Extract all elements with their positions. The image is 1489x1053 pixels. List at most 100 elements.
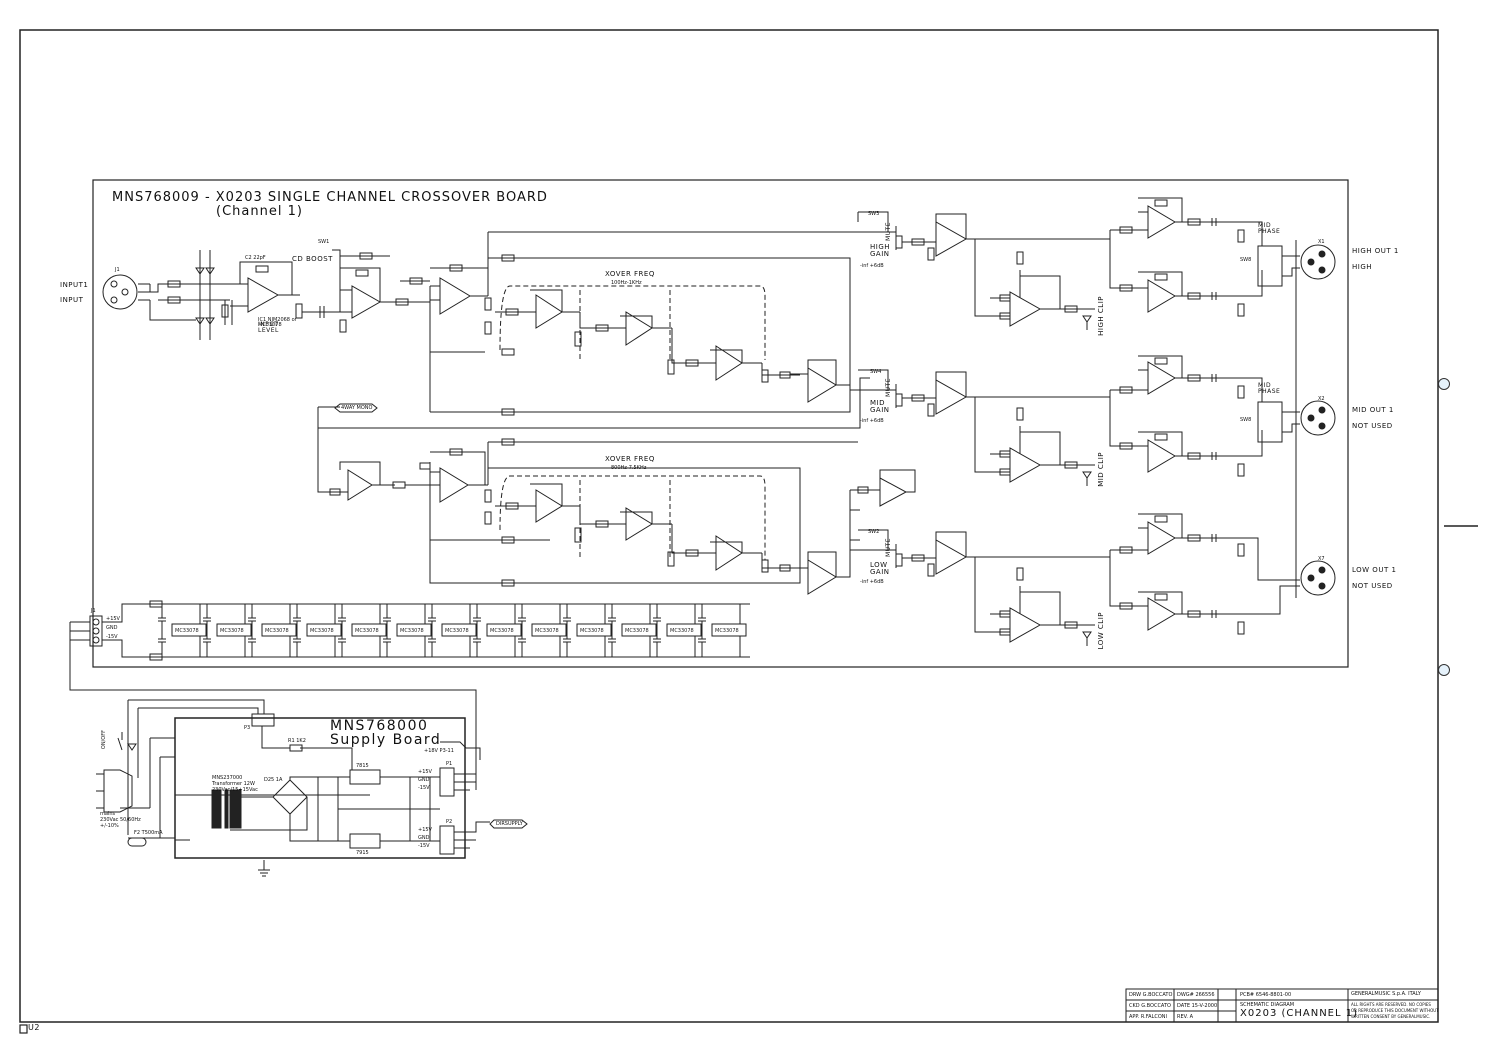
ic-label: MC33078 [220,628,244,634]
xover-freq-stage-1 [495,285,800,383]
p2-label: P2 [446,819,453,825]
decoupling-ic: MC33078 [563,604,612,657]
low-gain-label: LOW GAIN [870,561,890,576]
low-gain-range: -inf +6dB [860,579,884,585]
ic-label: MC33078 [175,628,199,634]
opamp-ic4 [779,359,850,403]
mid-phase-label: MID PHASE [1258,382,1281,395]
xover-freq-range-2: 800Hz-7.5KHz [611,465,647,471]
p1-label: P1 [446,761,453,767]
output-drivers [1109,197,1300,635]
schematic-title: MNS768009 - X0203 SINGLE CHANNEL CROSSOV… [112,190,548,205]
low-mute-switch: SW2 [868,529,880,535]
tb-revision: REV. A [1177,1014,1194,1020]
decoupling-ic: MC33078 [698,604,747,657]
low-out-connector: X7 [1318,556,1325,562]
high-phase-switch: SW8 [1240,257,1252,263]
supply-neg-1: -15V [418,785,430,791]
r1-label: R1 1K2 [288,738,306,744]
high-out-note: HIGH [1352,263,1373,271]
cd-boost-switch-label: SW1 [318,239,330,245]
input-label-2: INPUT [60,296,84,304]
ic-label: MC33078 [580,628,604,634]
high-out-label: HIGH OUT 1 [1352,247,1399,255]
fuse-label: F2 T500mA [134,830,163,836]
transformer [211,789,242,829]
supply-pos-1: +15V [418,769,432,775]
decoupling-row: MC33078 MC33078 MC33078 MC33078 MC33078 MC330… [158,604,747,657]
supply-neg-2: -15V [418,843,430,849]
ic-label: MC33078 [445,628,469,634]
high-mute-switch: SW3 [868,211,880,217]
phase-switches [1257,245,1300,443]
tb-drawn-by: DRW G.BOCCATO [1129,992,1173,998]
decoupling-ic: MC33078 [158,604,207,657]
low-mute-label: MUTE [885,538,892,558]
decoupling-ic: MC33078 [608,604,657,657]
sheet-border [19,29,1439,1023]
mid-out-note: NOT USED [1352,422,1393,430]
tb-pcb-number: PCB# 6546-8801-00 [1240,992,1292,998]
page-mark-box [19,1024,28,1034]
high-clip-label: HIGH CLIP [1097,296,1105,336]
schematic-subtitle: (Channel 1) [216,204,303,219]
rail-18v-label: +18V P3-11 [424,748,454,754]
opamp-ic2 [400,231,851,416]
input-level-label: INPUT LEVEL [258,321,279,334]
tb-checked-by: CKD G.BOCCATO [1129,1003,1171,1009]
decoupling-ic: MC33078 [383,604,432,657]
supply-gnd-1: GND [418,777,430,783]
input-xlr-connector [102,274,138,310]
tb-company: GENERALMUSIC S.p.A. ITALY [1351,991,1421,997]
tb-date: DATE 15-V-2000 [1177,1003,1218,1009]
c2-label: C2 22pF [245,255,266,261]
decoupling-ic: MC33078 [338,604,387,657]
opamp-ic7 [779,509,860,595]
tb-rights-1: ALL RIGHTS ARE RESERVED. NO COPIES [1351,1002,1431,1007]
decoupling-ic: MC33078 [518,604,567,657]
reg-neg-label: 7915 [356,850,369,856]
supply-gnd-2: GND [418,835,430,841]
mid-out-connector: X2 [1318,396,1325,402]
mid-phase-switch: SW8 [1240,417,1252,423]
schematic-sheet: MC33078 MC33078 MC33078 MC33078 MC33078 MC330… [19,29,1478,1034]
xlr-high-out [1300,244,1336,280]
tb-rights-2: OR REPRODUCE THIS DOCUMENT WITHOUT [1351,1008,1439,1013]
supply-board-subtitle: Supply Board [330,732,442,748]
supply-board-title: MNS768000 [330,718,429,734]
high-phase-label: MID PHASE [1258,222,1281,235]
high-gain-label: HIGH GAIN [870,243,891,258]
low-clip-label: LOW CLIP [1097,612,1105,650]
decoupling-ic: MC33078 [428,604,477,657]
transformer-desc-2: 230Vac/15+15Vac [212,787,258,793]
low-out-label: LOW OUT 1 [1352,566,1397,574]
mounting-hole-top [1438,378,1450,390]
decoupling-ic: MC33078 [203,604,252,657]
p3-label: P3 [244,725,251,731]
decoupling-ic: MC33078 [248,604,297,657]
mid-clip-label: MID CLIP [1097,452,1105,487]
high-mute-label: MUTE [885,222,892,242]
ic-label: MC33078 [490,628,514,634]
ic-label: MC33078 [535,628,559,634]
mid-mute-label: MUTE [885,378,892,398]
xlr-mid-out [1300,400,1336,436]
rail-pos-label: +15V [106,616,120,622]
input-connector-label: J1 [115,267,120,273]
mid-gain-range: -inf +6dB [860,418,884,424]
xlr-low-out [1300,560,1336,596]
ic-label: MC33078 [715,628,739,634]
ic-label: MC33078 [625,628,649,634]
reg-pos-label: 7815 [356,763,369,769]
xover-freq-range-1: 100Hz-1KHz [611,280,642,286]
input-label-1: INPUT1 [60,281,89,289]
page-mark: U2 [28,1023,40,1032]
onoff-switch [117,732,137,751]
bridge-label: D25 1A [264,777,283,783]
ic-label: MC33078 [310,628,334,634]
ic-label: MC33078 [670,628,694,634]
fuse-f2 [127,837,147,847]
four-way-mono-bus [317,377,870,493]
input-level-pot [295,303,303,319]
supply-pos-2: +15V [418,827,432,833]
